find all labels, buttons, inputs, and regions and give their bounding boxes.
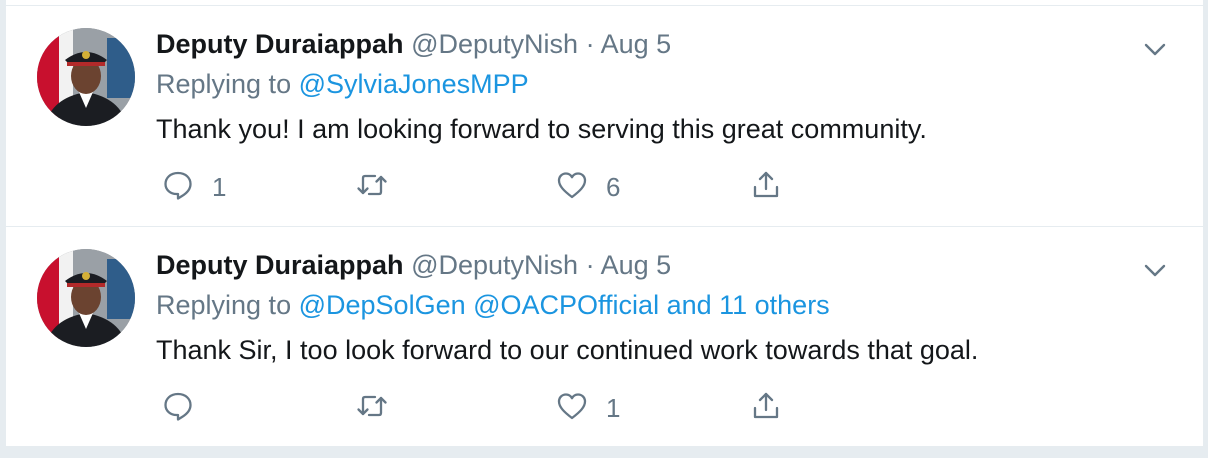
tweet-text: Thank Sir, I too look forward to our con… [156,335,979,365]
reply-button[interactable]: 1 [162,162,226,212]
like-count: 1 [606,392,621,423]
reply-icon [162,390,194,427]
timestamp[interactable]: Aug 5 [601,29,672,59]
mention-link[interactable]: @SylviaJonesMPP [299,69,529,99]
like-button[interactable]: 1 [556,383,620,433]
handle[interactable]: @DeputyNish [411,29,578,59]
separator: · [585,29,595,59]
share-icon [750,169,782,206]
avatar[interactable] [37,28,135,126]
timestamp[interactable]: Aug 5 [601,250,672,280]
replying-prefix: Replying to [156,69,292,99]
timeline: Deputy Duraiappah @DeputyNish · Aug 5 Re… [5,0,1204,446]
replying-to: Replying to @DepSolGen @OACPOfficial and… [156,285,1136,325]
share-icon [750,390,782,427]
chevron-down-icon[interactable] [1140,34,1170,64]
display-name[interactable]: Deputy Duraiappah [156,250,404,280]
replying-prefix: Replying to [156,290,292,320]
separator: · [585,250,595,280]
chevron-down-icon[interactable] [1140,255,1170,285]
like-count: 6 [606,171,621,202]
reply-button[interactable] [162,383,212,433]
reply-icon [162,169,194,206]
tweet-actions: 1 [156,383,856,433]
tweet[interactable]: Deputy Duraiappah @DeputyNish · Aug 5 Re… [6,227,1203,447]
mention-link[interactable]: @DepSolGen @OACPOfficial and 11 others [299,290,830,320]
retweet-button[interactable] [356,162,406,212]
retweet-icon [356,169,388,206]
avatar[interactable] [37,249,135,347]
share-button[interactable] [750,162,782,212]
retweet-icon [356,390,388,427]
reply-count: 1 [212,171,227,202]
tweet-header: Deputy Duraiappah @DeputyNish · Aug 5 [156,245,1136,285]
tweet-header: Deputy Duraiappah @DeputyNish · Aug 5 [156,24,1136,64]
retweet-button[interactable] [356,383,406,433]
handle[interactable]: @DeputyNish [411,250,578,280]
display-name[interactable]: Deputy Duraiappah [156,29,404,59]
tweet-content: Deputy Duraiappah @DeputyNish · Aug 5 Re… [156,245,1136,373]
share-button[interactable] [750,383,782,433]
tweet-actions: 1 6 [156,162,856,212]
heart-icon [556,390,588,427]
tweet-text: Thank you! I am looking forward to servi… [156,114,927,144]
tweet-content: Deputy Duraiappah @DeputyNish · Aug 5 Re… [156,24,1136,152]
like-button[interactable]: 6 [556,162,620,212]
tweet[interactable]: Deputy Duraiappah @DeputyNish · Aug 5 Re… [6,6,1203,227]
heart-icon [556,169,588,206]
replying-to: Replying to @SylviaJonesMPP [156,64,1136,104]
